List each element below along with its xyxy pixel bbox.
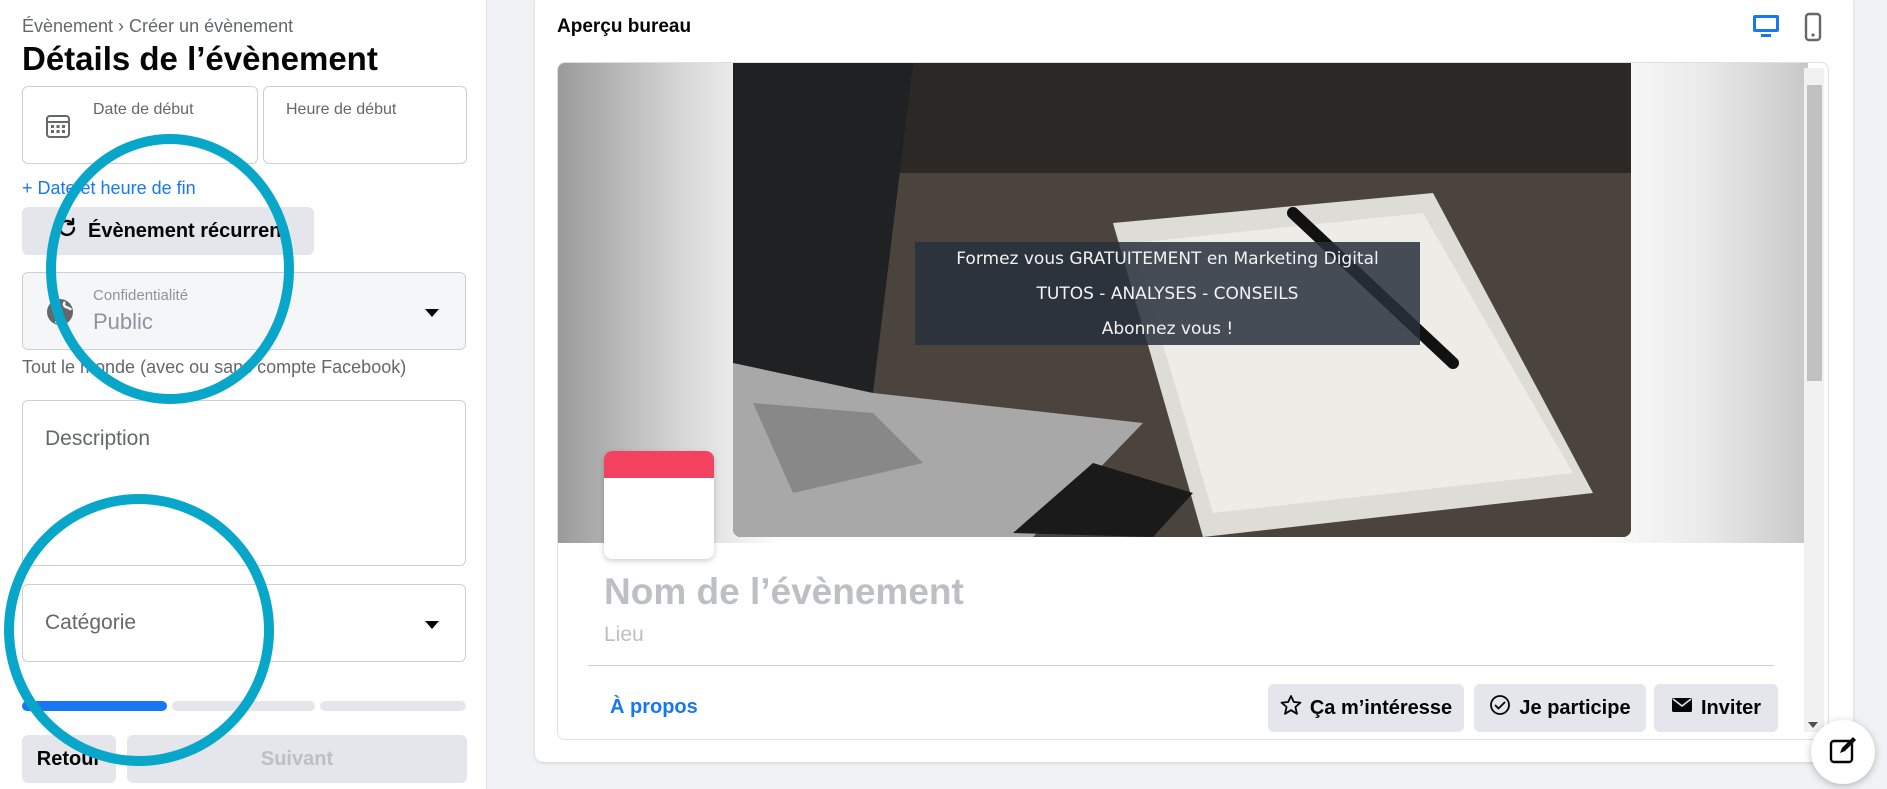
category-placeholder: Catégorie	[45, 611, 137, 634]
going-button[interactable]: Je participe	[1474, 684, 1646, 732]
event-preview: Formez vous GRATUITEMENT en Marketing Di…	[557, 62, 1829, 740]
invite-label: Inviter	[1700, 696, 1762, 719]
banner-line-1: Formez vous GRATUITEMENT en Marketing Di…	[956, 249, 1379, 269]
check-circle-icon	[1489, 694, 1519, 722]
interested-label: Ça m’intéresse	[1309, 696, 1453, 719]
cover-banner: Formez vous GRATUITEMENT en Marketing Di…	[915, 242, 1420, 345]
interested-button[interactable]: Ça m’intéresse	[1268, 684, 1464, 732]
breadcrumb[interactable]: Évènement › Créer un évènement	[22, 16, 293, 37]
privacy-hint: Tout le monde (avec ou sans compte Faceb…	[22, 357, 407, 377]
progress-step-1	[22, 701, 167, 711]
privacy-label: Confidentialité	[93, 287, 189, 304]
progress-step-3	[320, 701, 466, 711]
star-icon	[1280, 694, 1310, 722]
privacy-value: Public	[93, 309, 153, 334]
preview-title: Aperçu bureau	[557, 16, 692, 37]
event-name: Nom de l’évènement	[604, 571, 964, 612]
category-select[interactable]: Catégorie	[22, 584, 466, 662]
edit-icon	[1828, 735, 1858, 770]
caret-down-icon	[425, 621, 439, 629]
recurring-event-button[interactable]: Évènement récurrent	[22, 207, 314, 255]
scrollbar-thumb[interactable]	[1807, 85, 1822, 381]
start-date-label: Date de début	[93, 101, 194, 118]
divider	[588, 665, 1774, 666]
invite-button[interactable]: Inviter	[1654, 684, 1778, 732]
start-time-field[interactable]: Heure de début	[263, 86, 467, 164]
mobile-icon[interactable]	[1803, 12, 1823, 47]
refresh-icon	[56, 217, 88, 245]
privacy-select[interactable]: Confidentialité Public	[22, 272, 466, 350]
page-title: Détails de l’évènement	[22, 40, 378, 77]
tab-about[interactable]: À propos	[610, 696, 698, 719]
event-form-panel: Évènement › Créer un évènement Détails d…	[0, 0, 487, 789]
going-label: Je participe	[1519, 696, 1631, 719]
recurring-event-label: Évènement récurrent	[88, 219, 289, 242]
caret-down-icon	[425, 309, 439, 317]
add-end-date-link[interactable]: + Date et heure de fin	[22, 178, 196, 199]
compose-button[interactable]	[1811, 720, 1875, 784]
calendar-icon	[45, 113, 71, 144]
event-place: Lieu	[604, 623, 644, 646]
globe-icon	[45, 297, 75, 332]
description-field[interactable]: Description	[22, 400, 466, 566]
progress-step-2	[172, 701, 315, 711]
start-time-label: Heure de début	[286, 101, 397, 118]
banner-line-2: TUTOS - ANALYSES - CONSEILS	[1036, 284, 1299, 304]
envelope-icon	[1671, 696, 1701, 720]
description-placeholder: Description	[45, 427, 151, 450]
next-button[interactable]: Suivant	[127, 735, 467, 783]
desktop-icon[interactable]	[1751, 12, 1781, 45]
date-card	[604, 451, 714, 559]
scroll-down-arrow-icon[interactable]	[1808, 722, 1818, 728]
back-button[interactable]: Retour	[22, 735, 116, 783]
start-date-field[interactable]: Date de début	[22, 86, 258, 164]
banner-line-3: Abonnez vous !	[1101, 319, 1234, 339]
